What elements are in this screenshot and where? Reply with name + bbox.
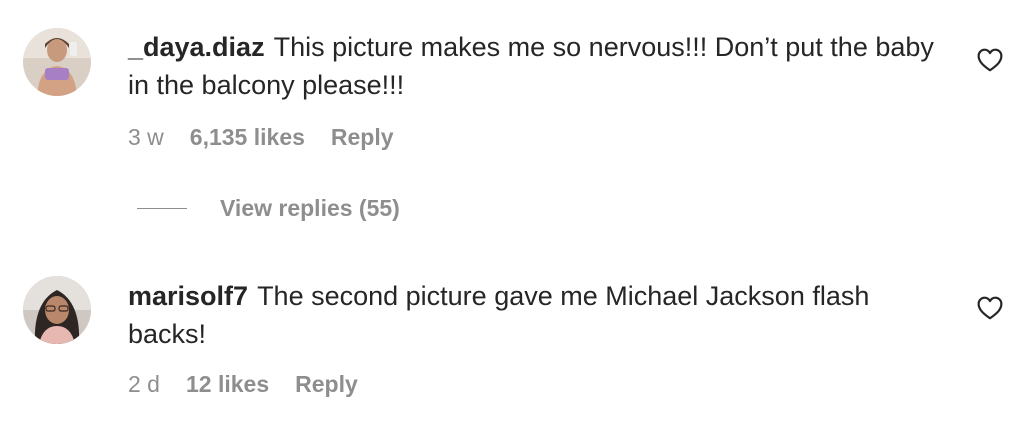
comment-likes[interactable]: 12 likes	[186, 371, 269, 398]
comment-meta: 2 d 12 likes Reply	[128, 371, 358, 398]
comment-timestamp: 2 d	[128, 371, 160, 397]
avatar[interactable]	[23, 28, 91, 96]
view-replies-divider	[137, 207, 187, 210]
comment-meta: 3 w 6,135 likes Reply	[128, 124, 394, 151]
comment-text: marisolf7 The second picture gave me Mich…	[128, 277, 948, 353]
comment-text: _daya.diaz This picture makes me so nervo…	[128, 28, 948, 104]
heart-outline-icon[interactable]	[977, 296, 1003, 320]
view-replies-label[interactable]: View replies (55)	[220, 195, 400, 222]
comment-username[interactable]: marisolf7	[128, 281, 248, 311]
view-replies-button[interactable]: View replies (55)	[137, 195, 400, 222]
avatar-image	[23, 276, 91, 344]
reply-button[interactable]: Reply	[295, 371, 358, 398]
avatar-image	[23, 28, 91, 96]
comment-username[interactable]: _daya.diaz	[128, 32, 265, 62]
avatar[interactable]	[23, 276, 91, 344]
comment-timestamp: 3 w	[128, 124, 164, 150]
comment-likes[interactable]: 6,135 likes	[190, 124, 305, 151]
reply-button[interactable]: Reply	[331, 124, 394, 151]
heart-outline-icon[interactable]	[977, 48, 1003, 72]
